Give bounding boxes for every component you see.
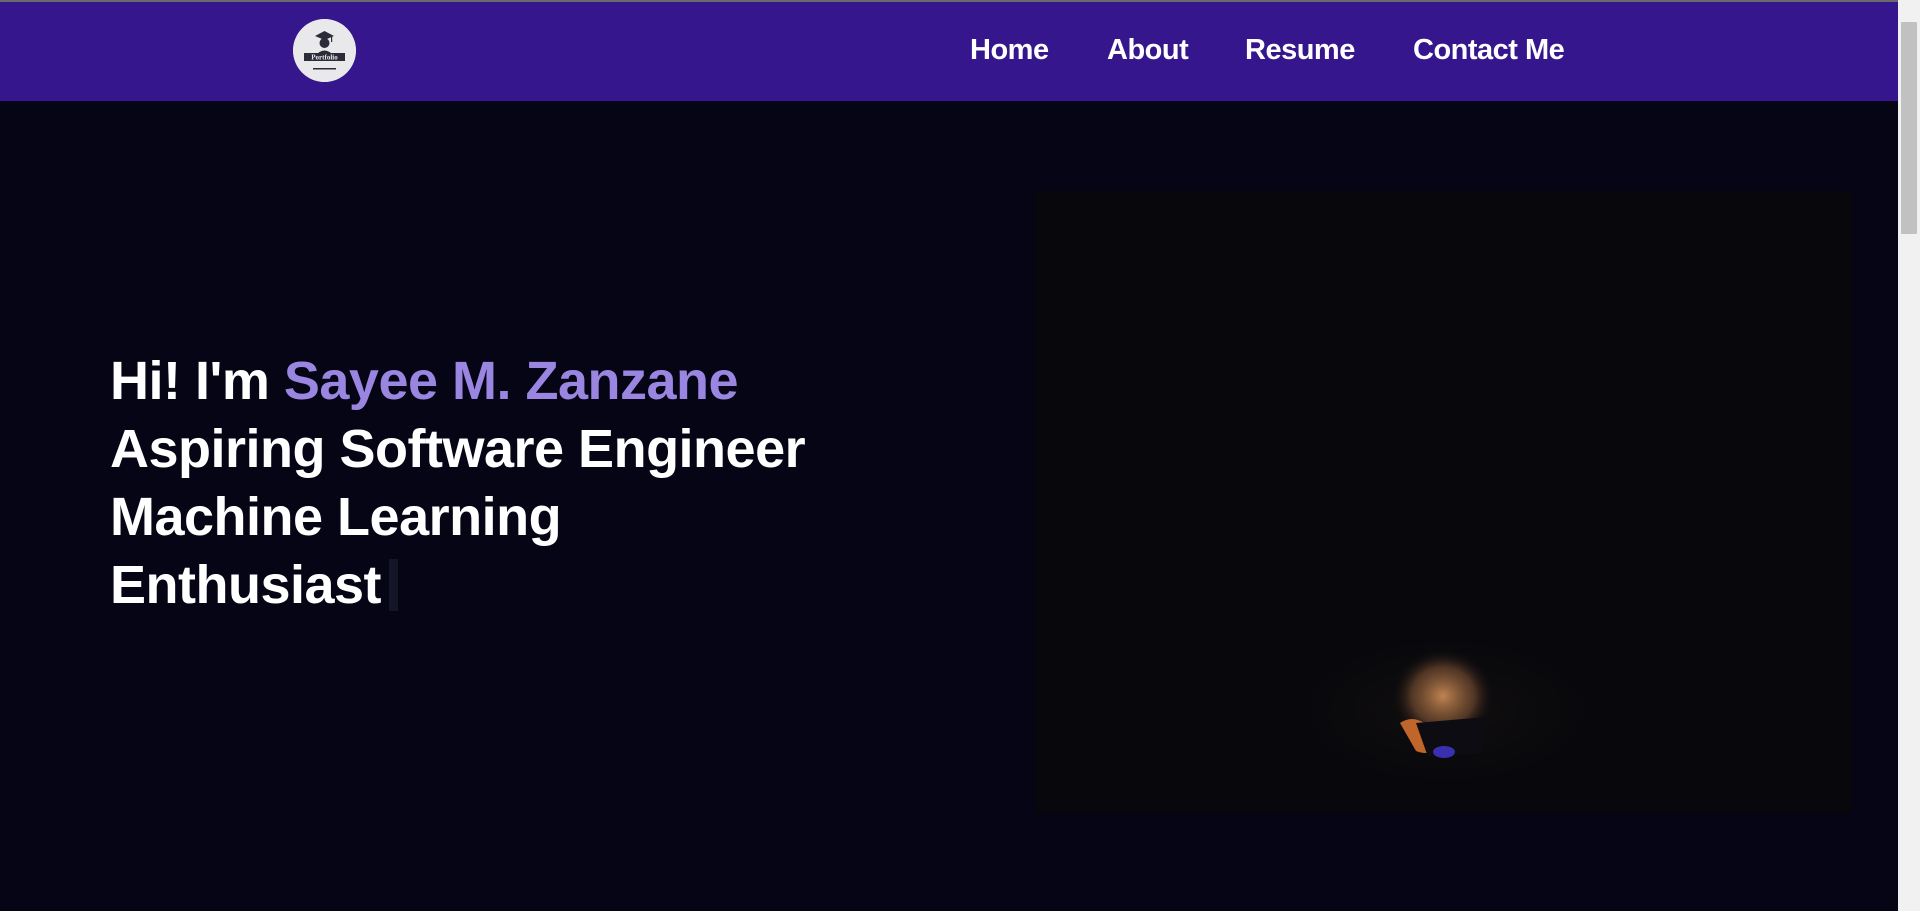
hero-line-4: Enthusiast (110, 551, 805, 619)
hero-name: Sayee M. Zanzane (283, 351, 739, 411)
hero-line-3: Machine Learning (110, 487, 562, 547)
nav-about[interactable]: About (1107, 34, 1189, 67)
scrollbar[interactable] (1898, 0, 1920, 911)
logo[interactable]: Portfolio (293, 19, 356, 82)
nav-contact-me[interactable]: Contact Me (1413, 34, 1565, 67)
nav-home[interactable]: Home (970, 34, 1049, 67)
person-at-laptop-illustration (1036, 191, 1851, 813)
hero-line-1: Hi! I'm Sayee M. Zanzane (110, 347, 805, 415)
hero-line-4-text: Enthusiast (110, 555, 382, 615)
greeting-prefix: Hi! I'm (110, 351, 270, 411)
hero-line-2: Aspiring Software Engineer (110, 419, 806, 479)
hero-section: Hi! I'm Sayee M. Zanzane Aspiring Softwa… (0, 101, 1898, 911)
hero-heading: Hi! I'm Sayee M. Zanzane Aspiring Softwa… (110, 347, 806, 619)
hero-illustration (1036, 191, 1851, 813)
typing-cursor (389, 559, 399, 611)
nav-resume[interactable]: Resume (1245, 34, 1355, 67)
logo-text: Portfolio (311, 54, 338, 62)
navbar: Portfolio Home About Resume Contact Me (0, 2, 1898, 101)
graduate-avatar-icon: Portfolio (293, 19, 356, 82)
scrollbar-thumb[interactable] (1901, 22, 1917, 234)
